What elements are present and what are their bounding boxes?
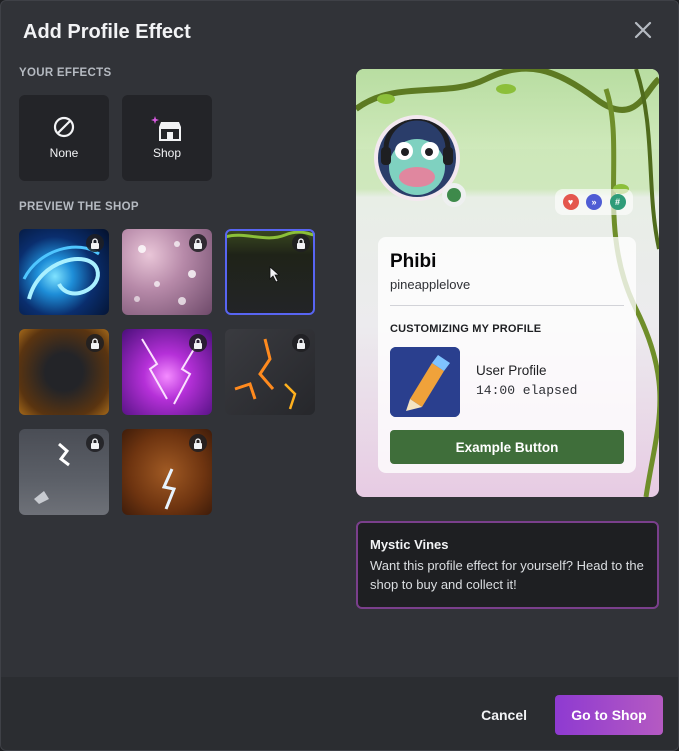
profile-info-card: Phibi pineapplelove CUSTOMIZING MY PROFI…: [378, 237, 636, 473]
hypesquad-badge-icon[interactable]: »: [586, 194, 602, 210]
heart-badge-icon[interactable]: ♥: [562, 194, 579, 210]
shop-icon: [151, 116, 181, 141]
shop-effect-tile[interactable]: [19, 229, 109, 315]
shop-effect-tile[interactable]: [19, 329, 109, 415]
dialog-title: Add Profile Effect: [23, 21, 191, 43]
lock-icon: [86, 434, 104, 452]
preview-shop-heading: PREVIEW THE SHOP: [19, 201, 139, 213]
lock-icon: [189, 234, 207, 252]
example-button[interactable]: Example Button: [390, 430, 624, 464]
lock-icon: [292, 334, 310, 352]
effect-shop-button[interactable]: Shop: [122, 95, 212, 181]
display-name: Phibi: [390, 251, 437, 272]
avatar[interactable]: [378, 119, 456, 197]
effect-none-label: None: [49, 146, 79, 160]
shop-effect-tile[interactable]: [19, 429, 109, 515]
effect-shop-label: Shop: [152, 146, 182, 160]
your-effects-heading: YOUR EFFECTS: [19, 67, 112, 79]
effect-name: Mystic Vines: [370, 537, 449, 552]
effect-none-button[interactable]: None: [19, 95, 109, 181]
shop-effect-tile[interactable]: [122, 429, 212, 515]
effect-description-box: Mystic Vines Want this profile effect fo…: [356, 521, 659, 609]
shop-effect-tile-selected[interactable]: [225, 229, 315, 315]
go-to-shop-button[interactable]: Go to Shop: [555, 695, 663, 735]
cancel-button[interactable]: Cancel: [481, 707, 527, 723]
lock-icon: [189, 434, 207, 452]
activity-name: User Profile: [476, 363, 547, 378]
add-profile-effect-dialog: Add Profile Effect YOUR EFFECTS None Sho…: [0, 0, 679, 751]
profile-preview-card: ♥ » # Phibi pineapplelove CUSTOMIZING MY…: [356, 69, 659, 497]
lock-icon: [292, 234, 310, 252]
lock-icon: [189, 334, 207, 352]
username: pineapplelove: [390, 277, 471, 292]
frog-avatar-icon: [378, 119, 456, 197]
online-status-badge: [442, 183, 466, 207]
activity-elapsed: 14:00 elapsed: [476, 383, 578, 398]
divider: [390, 305, 624, 306]
lock-icon: [86, 334, 104, 352]
effect-description: Want this profile effect for yourself? H…: [370, 558, 644, 592]
lock-icon: [86, 234, 104, 252]
activity-image: [390, 347, 460, 417]
shop-effect-tile[interactable]: [122, 329, 212, 415]
close-icon[interactable]: [632, 19, 654, 41]
dialog-footer: Cancel Go to Shop: [1, 677, 678, 750]
shop-effect-tile[interactable]: [225, 329, 315, 415]
hashtag-badge-icon[interactable]: #: [609, 194, 626, 210]
pencil-icon: [390, 347, 460, 417]
profile-badges: ♥ » #: [555, 189, 633, 215]
activity-heading: CUSTOMIZING MY PROFILE: [390, 323, 542, 335]
slash-circle-icon: [53, 116, 75, 138]
shop-effect-tile[interactable]: [122, 229, 212, 315]
